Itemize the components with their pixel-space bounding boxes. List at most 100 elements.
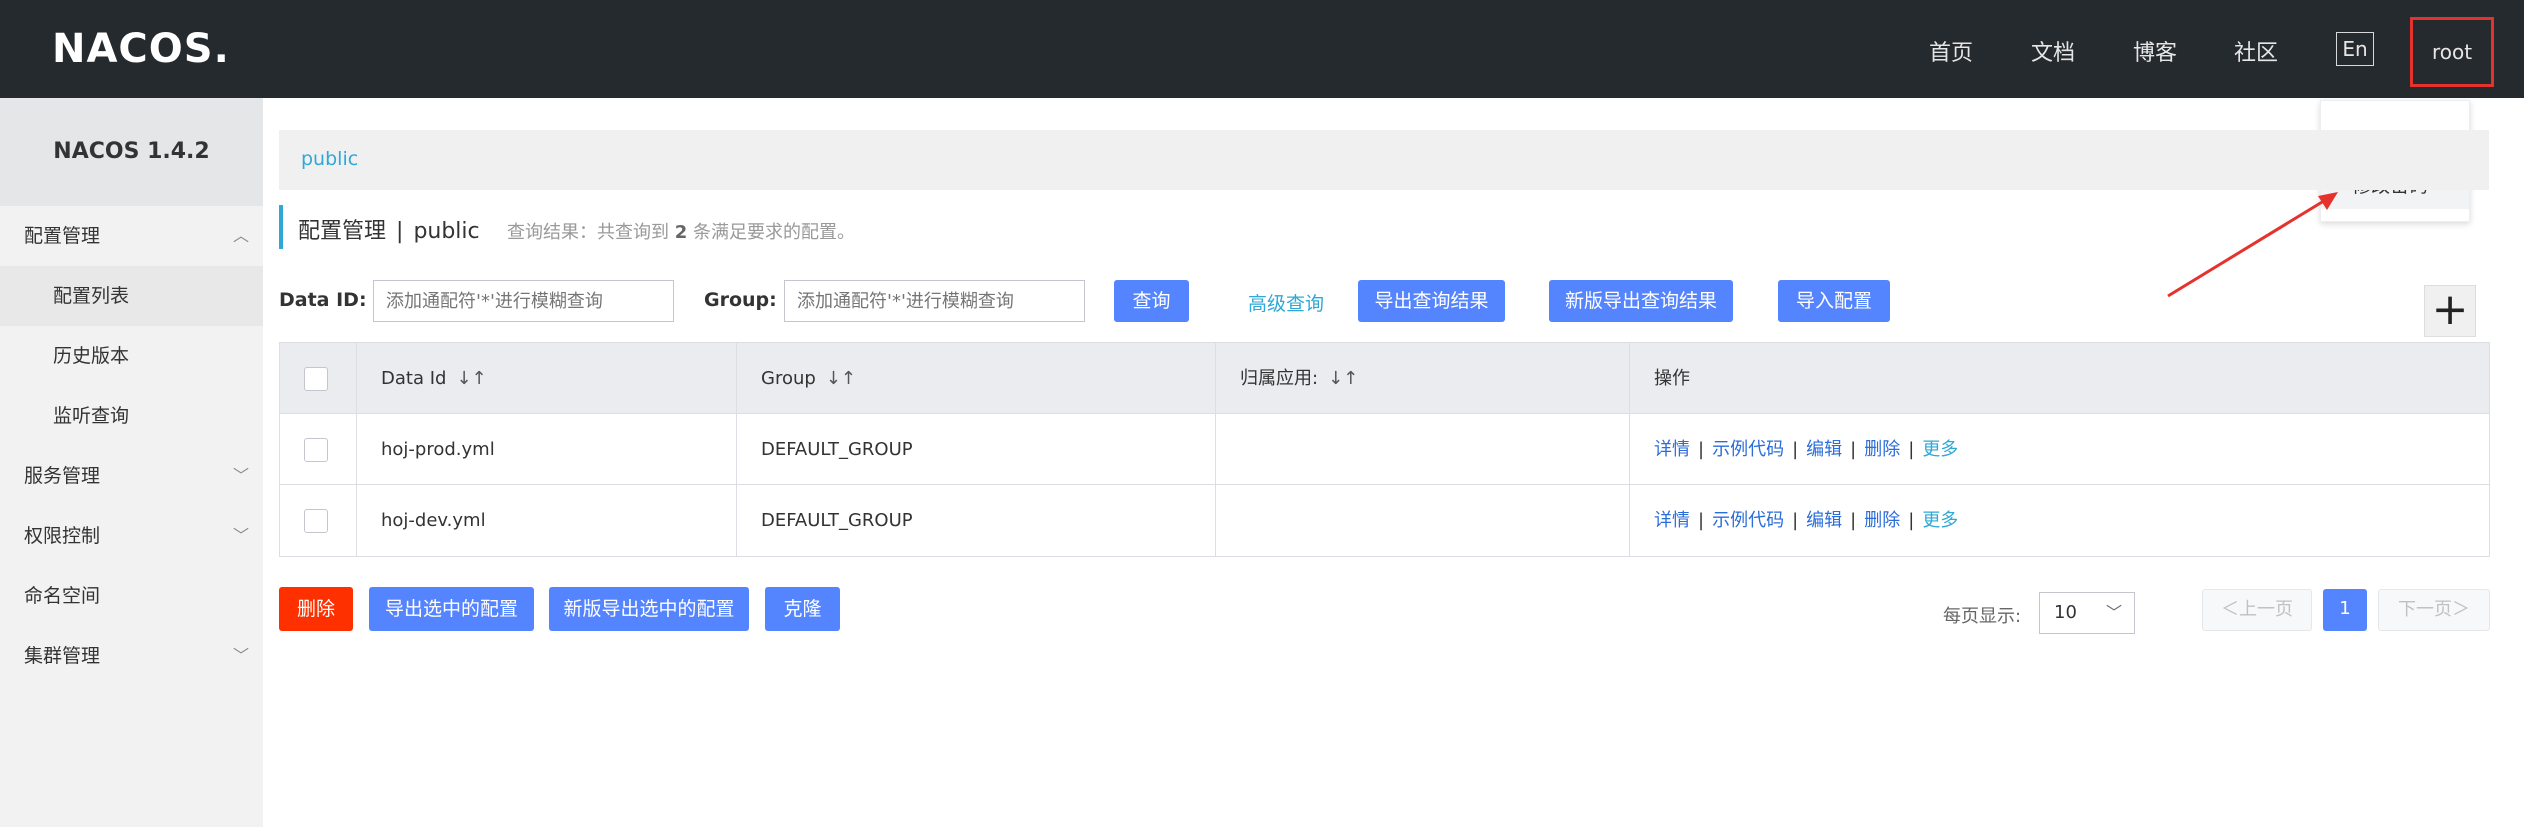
page-namespace: public [413,219,480,244]
page-size-label: 每页显示: [1943,606,2022,627]
separator: | [1792,439,1799,460]
sample-code-link[interactable]: 示例代码 [1712,439,1784,460]
namespace-public-link[interactable]: public [301,148,358,170]
sidebar-item-label: 集群管理 [24,645,101,667]
sidebar-title: NACOS 1.4.2 [0,98,263,206]
result-prefix: 查询结果：共查询到 [507,222,669,243]
cell-group: DEFAULT_GROUP [736,414,1215,485]
table-row: hoj-prod.yml DEFAULT_GROUP 详情 | 示例代码 | 编辑 | 删除… [280,414,2489,485]
col-group-label: Group [761,368,816,389]
separator: | [1698,439,1705,460]
page-size-value: 10 [2054,602,2077,623]
cell-data-id: hoj-dev.yml [356,485,736,556]
page-number-current[interactable]: 1 [2323,589,2367,631]
title-accent-bar [279,205,283,249]
separator: | [1908,510,1915,531]
table-header-row: Data Id ↓↑ Group ↓↑ 归属应用: ↓↑ 操作 [280,343,2489,414]
col-operations: 操作 [1629,343,2489,414]
cell-operations: 详情 | 示例代码 | 编辑 | 删除 | 更多 [1629,414,2489,485]
sidebar-item-config-list[interactable]: 配置列表 [0,266,263,326]
advanced-query-link[interactable]: 高级查询 [1248,289,1324,316]
config-table: Data Id ↓↑ Group ↓↑ 归属应用: ↓↑ 操作 hoj-prod.ym… [279,342,2490,557]
nacos-logo[interactable]: NACOS. [52,26,230,72]
page-title-text: 配置管理 [298,219,387,244]
sidebar-item-listener-query[interactable]: 监听查询 [0,386,263,446]
top-navbar: NACOS. 首页 文档 博客 社区 En root [0,0,2524,98]
prev-page-button[interactable]: ＜上一页 [2202,589,2312,631]
row-select-cell [280,414,356,485]
chevron-down-icon: ﹀ [232,526,249,545]
edit-link[interactable]: 编辑 [1806,510,1842,531]
export-selected-button[interactable]: 导出选中的配置 [369,587,534,631]
more-link[interactable]: 更多 [1922,439,1958,460]
group-input[interactable] [784,280,1085,322]
next-page-button[interactable]: 下一页＞ [2378,589,2490,631]
annotation-arrow [2167,192,2338,298]
detail-link[interactable]: 详情 [1654,439,1690,460]
sidebar-item-access-control[interactable]: 权限控制 ﹀ [0,506,263,566]
title-separator: | [396,219,404,244]
result-count: 2 [674,222,688,243]
sidebar-item-history[interactable]: 历史版本 [0,326,263,386]
prev-page-label: 上一页 [2239,599,2293,620]
sidebar-item-service-management[interactable]: 服务管理 ﹀ [0,446,263,506]
delete-selected-button[interactable]: 删除 [279,587,353,631]
chevron-down-icon: ﹀ [232,466,249,485]
more-link[interactable]: 更多 [1922,510,1958,531]
namespace-strip: public [279,130,2489,190]
sidebar-item-cluster-management[interactable]: 集群管理 ﹀ [0,626,263,686]
export-results-button[interactable]: 导出查询结果 [1358,280,1505,322]
sidebar-item-config-management[interactable]: 配置管理 ︿ [0,206,263,266]
sample-code-link[interactable]: 示例代码 [1712,510,1784,531]
delete-link[interactable]: 删除 [1864,439,1900,460]
cell-group: DEFAULT_GROUP [736,485,1215,556]
result-suffix: 条满足要求的配置。 [693,222,855,243]
separator: | [1850,439,1857,460]
export-results-new-button[interactable]: 新版导出查询结果 [1549,280,1733,322]
sort-icon[interactable]: ↓↑ [456,368,486,389]
separator: | [1792,510,1799,531]
col-group[interactable]: Group ↓↑ [736,343,1215,414]
sort-icon[interactable]: ↓↑ [826,368,856,389]
delete-link[interactable]: 删除 [1864,510,1900,531]
sidebar-item-namespace[interactable]: 命名空间 [0,566,263,626]
query-result-summary: 查询结果：共查询到 2 条满足要求的配置。 [507,218,855,244]
detail-link[interactable]: 详情 [1654,510,1690,531]
sort-icon[interactable]: ↓↑ [1328,368,1358,389]
import-config-button[interactable]: 导入配置 [1778,280,1890,322]
chevron-down-icon: ﹀ [232,646,249,665]
next-page-label: 下一页 [2398,599,2452,620]
export-selected-new-button[interactable]: 新版导出选中的配置 [549,587,749,631]
select-all-cell [280,343,356,414]
sidebar-item-label: 配置管理 [24,225,101,247]
data-id-input[interactable] [373,280,674,322]
clone-button[interactable]: 克隆 [765,587,840,631]
cell-data-id: hoj-prod.yml [356,414,736,485]
separator: | [1850,510,1857,531]
language-switch-button[interactable]: En [2336,32,2374,66]
chevron-left-icon: ＜ [2221,599,2239,620]
col-app-label: 归属应用: [1240,368,1319,389]
select-all-checkbox[interactable] [304,367,328,391]
query-button[interactable]: 查询 [1114,280,1189,322]
data-id-label: Data ID: [279,289,367,311]
nav-blog[interactable]: 博客 [2133,35,2177,67]
add-config-button[interactable]: + [2424,285,2476,337]
row-checkbox[interactable] [304,438,328,462]
col-app[interactable]: 归属应用: ↓↑ [1215,343,1629,414]
row-select-cell [280,485,356,556]
nav-docs[interactable]: 文档 [2031,35,2075,67]
edit-link[interactable]: 编辑 [1806,439,1842,460]
separator: | [1698,510,1705,531]
user-menu-trigger[interactable]: root [2410,17,2494,87]
sidebar-item-label: 权限控制 [24,525,101,547]
col-data-id[interactable]: Data Id ↓↑ [356,343,736,414]
cell-app [1215,485,1629,556]
nav-community[interactable]: 社区 [2234,35,2278,67]
nav-home[interactable]: 首页 [1929,35,1973,67]
group-label: Group: [704,289,777,311]
row-checkbox[interactable] [304,509,328,533]
page-size-select[interactable]: 10 ﹀ [2039,592,2135,634]
table-row: hoj-dev.yml DEFAULT_GROUP 详情 | 示例代码 | 编辑 | 删除 |… [280,485,2489,556]
chevron-down-icon: ﹀ [2105,603,2122,622]
